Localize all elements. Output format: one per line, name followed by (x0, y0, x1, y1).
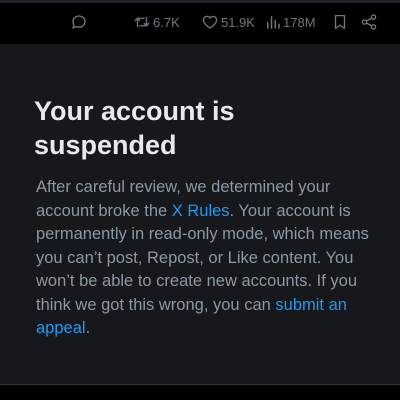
share-icon (360, 13, 378, 31)
views-button[interactable]: 178M (265, 9, 316, 35)
repost-count: 6.7K (153, 14, 180, 30)
card-top-edge (0, 0, 400, 3)
tweet-action-bar: 6.7K 51.9K 178M (0, 9, 400, 35)
bookmark-icon (331, 13, 349, 31)
views-chart-icon (265, 13, 281, 31)
heart-icon (201, 13, 219, 31)
views-count: 178M (283, 14, 316, 30)
bottom-strip (0, 385, 400, 400)
like-count: 51.9K (221, 14, 255, 30)
reply-icon (70, 13, 88, 31)
reply-button[interactable] (70, 9, 88, 35)
share-button[interactable] (360, 9, 378, 35)
notice-body: After careful review, we determined your… (36, 176, 374, 341)
suspension-notice-panel: Your account is suspended After careful … (0, 44, 400, 384)
notice-title: Your account is suspended (34, 96, 235, 160)
notice-body-end: . (85, 319, 91, 337)
repost-icon (133, 13, 151, 31)
suspension-notice: Your account is suspended After careful … (34, 94, 374, 341)
x-rules-link[interactable]: X Rules (172, 202, 230, 220)
bookmark-button[interactable] (331, 9, 349, 35)
like-button[interactable]: 51.9K (201, 9, 255, 35)
tweet-card: 6.7K 51.9K 178M (0, 0, 400, 44)
repost-button[interactable]: 6.7K (133, 9, 180, 35)
